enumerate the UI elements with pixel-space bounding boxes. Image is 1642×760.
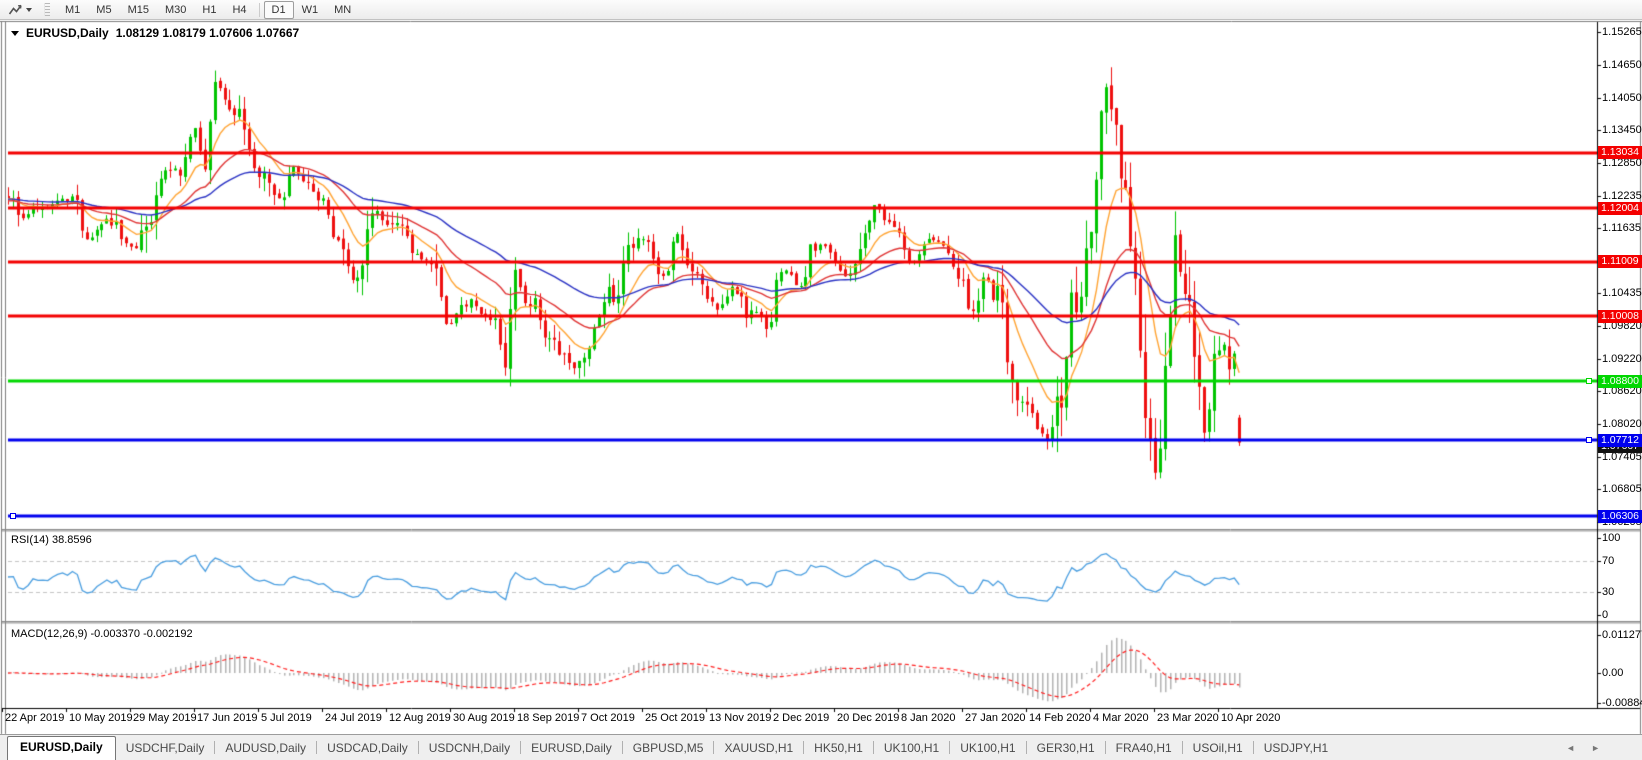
chart-tab-audusd-daily[interactable]: AUDUSD,Daily xyxy=(215,737,316,760)
macd-axis-label: -0.008845 xyxy=(1602,697,1642,709)
chart-tab-fra40-h1[interactable]: FRA40,H1 xyxy=(1106,737,1182,760)
toolbar-divider xyxy=(259,3,260,17)
date-axis-label: 12 Aug 2019 xyxy=(389,712,451,724)
level-price-label[interactable]: 1.07712 xyxy=(1598,434,1642,447)
date-axis-label: 5 Jul 2019 xyxy=(261,712,312,724)
date-axis-label: 20 Dec 2019 xyxy=(837,712,899,724)
chart-tab-usdjpy-h1[interactable]: USDJPY,H1 xyxy=(1254,737,1338,760)
price-axis-label: 1.11635 xyxy=(1602,222,1641,234)
chart-tab-usdcnh-daily[interactable]: USDCNH,Daily xyxy=(419,737,520,760)
rsi-axis-label: 0 xyxy=(1602,609,1608,621)
timeframe-button-mn[interactable]: MN xyxy=(326,1,359,19)
date-axis-label: 14 Feb 2020 xyxy=(1029,712,1091,724)
chart-line-tool-icon xyxy=(8,3,23,17)
price-axis-label: 1.15265 xyxy=(1602,26,1642,38)
timeframe-button-d1[interactable]: D1 xyxy=(264,1,294,19)
date-axis-label: 24 Jul 2019 xyxy=(325,712,382,724)
level-drag-handle[interactable] xyxy=(1586,378,1592,384)
chart-tabs: EURUSD,DailyUSDCHF,DailyAUDUSD,DailyUSDC… xyxy=(7,736,1338,760)
chart-title: EURUSD,Daily 1.08129 1.08179 1.07606 1.0… xyxy=(11,26,299,40)
timeframe-button-m1[interactable]: M1 xyxy=(57,1,88,19)
rsi-axis-label: 100 xyxy=(1602,532,1620,544)
chart-tab-usoil-h1[interactable]: USOil,H1 xyxy=(1183,737,1253,760)
macd-axis-label: 0.00 xyxy=(1602,667,1623,679)
price-axis-label: 1.10435 xyxy=(1602,287,1642,299)
level-price-label[interactable]: 1.12004 xyxy=(1598,202,1642,215)
price-axis-label: 1.08020 xyxy=(1602,418,1642,430)
price-axis-label: 1.14050 xyxy=(1602,92,1642,104)
tab-scroll-arrows: ◄ ► xyxy=(1566,743,1642,760)
chart-tab-ger30-h1[interactable]: GER30,H1 xyxy=(1027,737,1105,760)
date-axis-label: 23 Mar 2020 xyxy=(1157,712,1219,724)
trading-terminal: M1M5M15M30H1H4 D1W1MN EURUSD,Daily 1.0812… xyxy=(0,0,1642,760)
price-axis-label: 1.13450 xyxy=(1602,124,1642,136)
date-axis-label: 17 Jun 2019 xyxy=(197,712,258,724)
macd-indicator-label: MACD(12,26,9) -0.003370 -0.002192 xyxy=(11,628,193,640)
chart-tool-button[interactable] xyxy=(5,2,35,18)
date-axis-label: 10 Apr 2020 xyxy=(1221,712,1280,724)
price-axis-label: 1.06805 xyxy=(1602,483,1642,495)
date-axis-label: 29 May 2019 xyxy=(133,712,197,724)
chart-menu-arrow-icon[interactable] xyxy=(11,31,19,36)
chart-tab-usdcad-daily[interactable]: USDCAD,Daily xyxy=(317,737,418,760)
timeframe-toolbar: M1M5M15M30H1H4 D1W1MN xyxy=(0,0,1642,20)
price-axis-label: 1.12235 xyxy=(1602,190,1642,202)
level-price-label[interactable]: 1.10008 xyxy=(1598,310,1642,323)
chart-tab-gbpusd-m5[interactable]: GBPUSD,M5 xyxy=(623,737,714,760)
macd-axis-label: 0.011277 xyxy=(1602,629,1642,641)
date-axis-label: 7 Oct 2019 xyxy=(581,712,635,724)
chart-tab-bar: EURUSD,DailyUSDCHF,DailyAUDUSD,DailyUSDC… xyxy=(0,734,1642,760)
timeframe-button-w1[interactable]: W1 xyxy=(294,1,327,19)
price-chart-canvas[interactable] xyxy=(0,0,1642,760)
date-axis-label: 8 Jan 2020 xyxy=(901,712,955,724)
date-axis-label: 13 Nov 2019 xyxy=(709,712,771,724)
level-price-label[interactable]: 1.06306 xyxy=(1598,510,1642,523)
date-axis-label: 18 Sep 2019 xyxy=(517,712,579,724)
date-axis-label: 27 Jan 2020 xyxy=(965,712,1026,724)
rsi-axis-label: 70 xyxy=(1602,555,1614,567)
level-drag-handle[interactable] xyxy=(10,513,16,519)
timeframe-button-h4[interactable]: H4 xyxy=(224,1,254,19)
tab-scroll-left-icon[interactable]: ◄ xyxy=(1566,743,1575,753)
chart-tab-eurusd-daily[interactable]: EURUSD,Daily xyxy=(521,737,622,760)
rsi-axis-label: 30 xyxy=(1602,586,1614,598)
timeframe-button-m30[interactable]: M30 xyxy=(157,1,194,19)
chart-tab-eurusd-daily[interactable]: EURUSD,Daily xyxy=(7,736,116,760)
chart-ohlc-readout: 1.08129 1.08179 1.07606 1.07667 xyxy=(116,26,300,40)
date-axis-label: 4 Mar 2020 xyxy=(1093,712,1149,724)
chart-tab-hk50-h1[interactable]: HK50,H1 xyxy=(804,737,873,760)
level-price-label[interactable]: 1.11009 xyxy=(1598,255,1642,268)
chart-tab-usdchf-daily[interactable]: USDCHF,Daily xyxy=(116,737,215,760)
chevron-down-icon[interactable] xyxy=(26,8,32,12)
date-axis-label: 25 Oct 2019 xyxy=(645,712,705,724)
date-axis-label: 2 Dec 2019 xyxy=(773,712,829,724)
date-axis-label: 10 May 2019 xyxy=(69,712,133,724)
price-axis-label: 1.09220 xyxy=(1602,353,1642,365)
price-axis-label: 1.14650 xyxy=(1602,59,1642,71)
date-axis-label: 30 Aug 2019 xyxy=(453,712,515,724)
chart-tab-xauusd-h1[interactable]: XAUUSD,H1 xyxy=(714,737,803,760)
timeframe-button-m15[interactable]: M15 xyxy=(120,1,157,19)
level-price-label[interactable]: 1.08800 xyxy=(1598,375,1642,388)
chart-tab-uk100-h1[interactable]: UK100,H1 xyxy=(950,737,1025,760)
chart-tab-uk100-h1[interactable]: UK100,H1 xyxy=(874,737,949,760)
rsi-indicator-label: RSI(14) 38.8596 xyxy=(11,534,92,546)
level-drag-handle[interactable] xyxy=(1586,437,1592,443)
chart-symbol-label: EURUSD,Daily xyxy=(26,26,109,40)
toolbar-grip xyxy=(44,3,50,16)
timeframe-button-m5[interactable]: M5 xyxy=(88,1,119,19)
timeframe-buttons: M1M5M15M30H1H4 D1W1MN xyxy=(57,1,359,19)
date-axis-label: 22 Apr 2019 xyxy=(5,712,64,724)
timeframe-button-h1[interactable]: H1 xyxy=(194,1,224,19)
level-price-label[interactable]: 1.13034 xyxy=(1598,146,1642,159)
tab-scroll-right-icon[interactable]: ► xyxy=(1591,743,1600,753)
